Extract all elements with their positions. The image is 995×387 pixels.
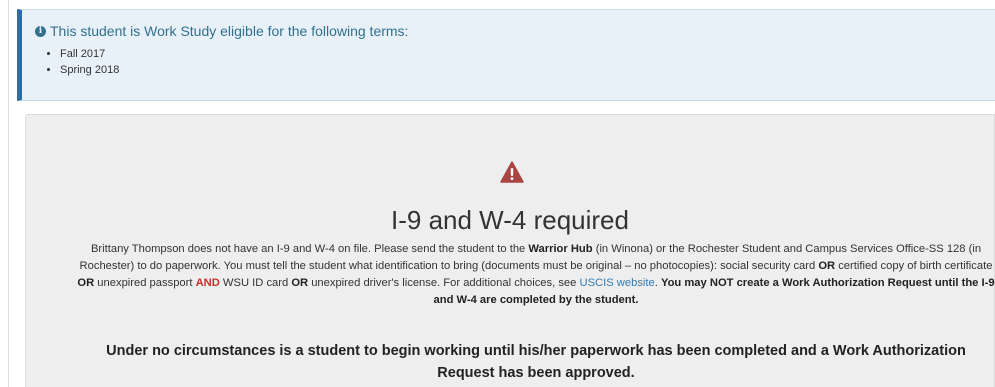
i9-w4-warning-panel: I-9 and W-4 required Brittany Thompson d… [25, 114, 995, 387]
body-text: unexpired passport [94, 277, 196, 289]
and-text: AND [195, 277, 220, 289]
warning-title: I-9 and W-4 required [391, 205, 629, 235]
info-alert-title: i This student is Work Study eligible fo… [35, 23, 408, 39]
body-text: certified copy of birth certificate [835, 260, 993, 272]
uscis-website-link[interactable]: USCIS website [580, 277, 655, 289]
info-circle-icon: i [35, 25, 46, 37]
warning-footer: Under no circumstances is a student to b… [106, 343, 966, 381]
term-item: Fall 2017 [60, 46, 119, 62]
or-text: OR [291, 277, 309, 289]
term-item: Spring 2018 [60, 62, 119, 78]
warning-body: Brittany Thompson does not have an I-9 a… [76, 241, 995, 309]
or-text: OR [77, 277, 95, 289]
warning-triangle-icon [500, 161, 524, 183]
or-text: OR [818, 260, 836, 272]
eligible-terms-list: Fall 2017 Spring 2018 [48, 46, 119, 78]
warrior-hub-text: Warrior Hub [528, 243, 593, 255]
body-text: unexpired driver's license. For addition… [308, 277, 580, 289]
body-text: Brittany Thompson does not have an I-9 a… [90, 243, 529, 255]
work-study-info-alert: i This student is Work Study eligible fo… [17, 9, 995, 101]
info-alert-title-text: This student is Work Study eligible for … [50, 23, 409, 39]
body-text: WSU ID card [219, 277, 292, 289]
